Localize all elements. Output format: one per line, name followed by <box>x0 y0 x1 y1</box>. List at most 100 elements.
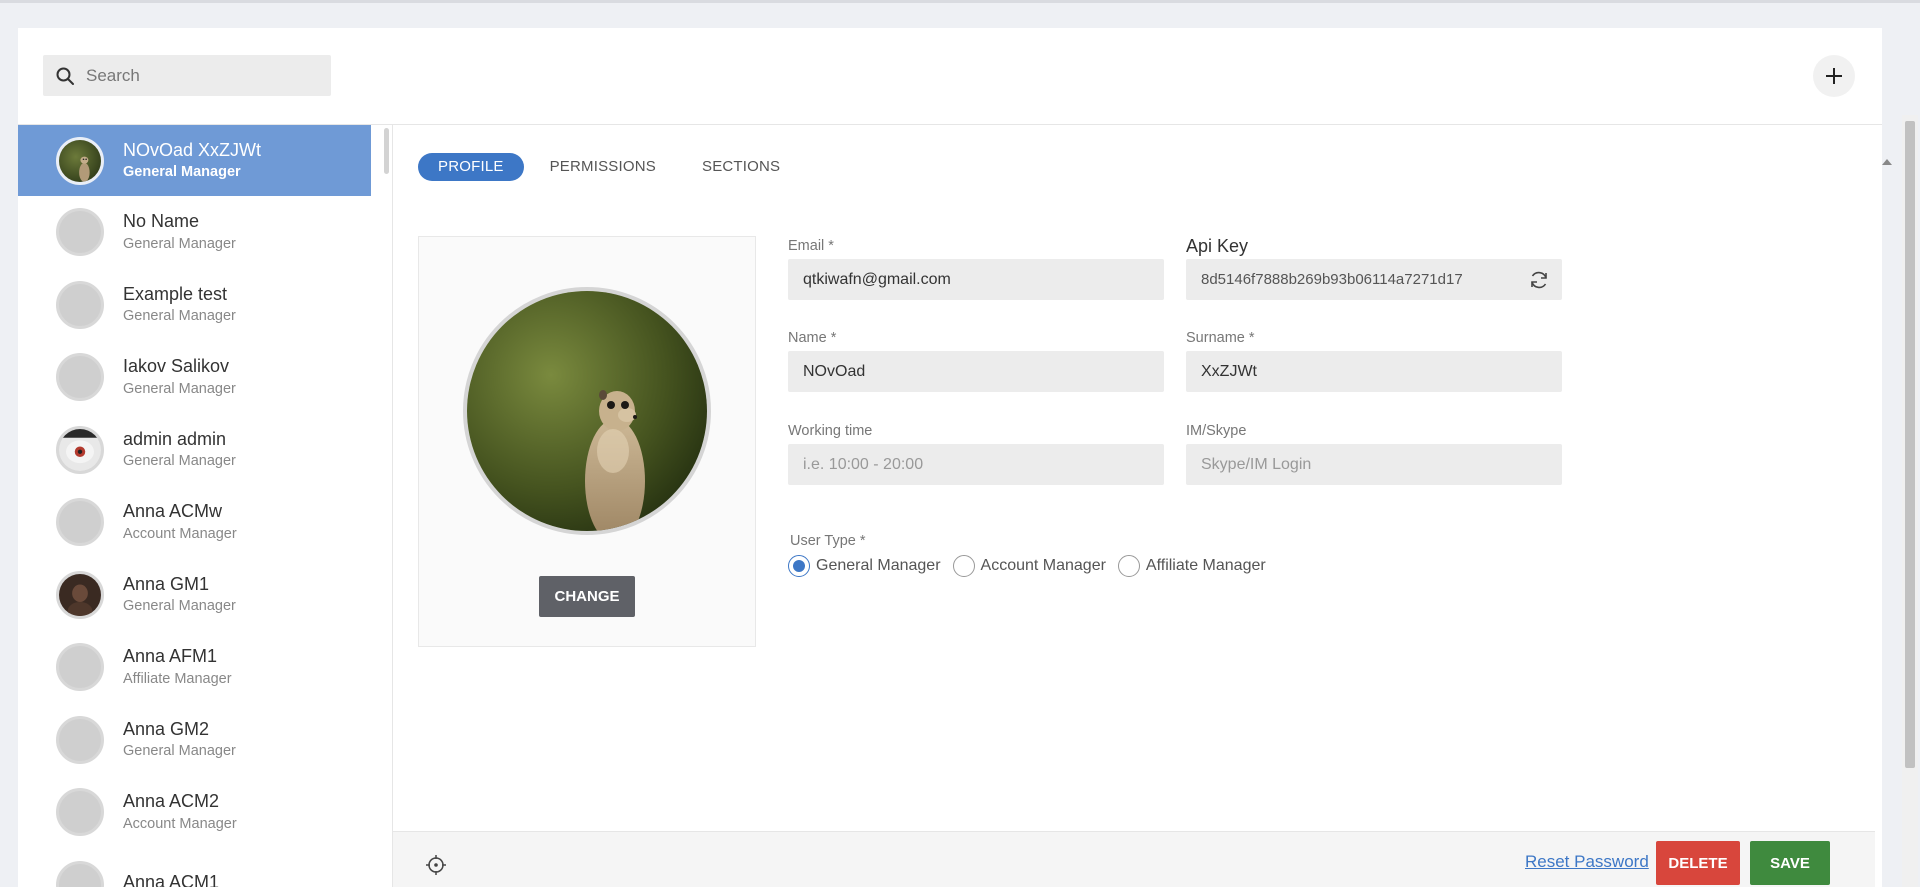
form-footer: Reset Password DELETE SAVE <box>393 831 1875 887</box>
profile-photo <box>463 287 711 535</box>
user-name: Anna ACM1 <box>123 872 220 887</box>
surname-label: Surname * <box>1186 330 1255 346</box>
scroll-up-icon[interactable] <box>1882 159 1892 165</box>
working-time-label: Working time <box>788 423 873 439</box>
avatar <box>56 715 104 764</box>
avatar <box>56 353 104 402</box>
avatar <box>56 136 104 185</box>
save-button[interactable]: SAVE <box>1750 841 1830 885</box>
email-field[interactable]: qtkiwafn@gmail.com <box>788 259 1164 300</box>
refresh-icon[interactable] <box>1528 269 1550 291</box>
avatar <box>56 643 104 692</box>
user-role: General Manager <box>123 453 236 470</box>
photo-panel: CHANGE <box>418 236 756 647</box>
avatar <box>56 208 104 257</box>
user-name: NOvOad XxZJWt <box>123 139 262 160</box>
api-key-field[interactable]: 8d5146f7888b269b93b06114a7271d17 <box>1186 259 1562 300</box>
user-list-item[interactable]: admin admin General Manager <box>18 414 371 487</box>
search-input[interactable]: Search <box>86 66 140 86</box>
plus-icon <box>1826 68 1842 84</box>
user-type-label: User Type * <box>790 533 866 549</box>
im-skype-field-group: IM/Skype Skype/IM Login <box>1186 423 1562 485</box>
name-field[interactable]: NOvOad <box>788 351 1164 392</box>
im-skype-field[interactable]: Skype/IM Login <box>1186 444 1562 485</box>
user-role: General Manager <box>123 308 236 325</box>
reset-password-link[interactable]: Reset Password <box>1525 852 1649 872</box>
user-role: Account Manager <box>123 525 237 542</box>
user-role: General Manager <box>123 164 241 181</box>
user-list-item[interactable]: NOvOad XxZJWt General Manager <box>18 125 371 196</box>
api-key-field-group: Api Key 8d5146f7888b269b93b06114a7271d17 <box>1186 236 1562 300</box>
radio-button[interactable] <box>1117 555 1140 577</box>
user-list-item[interactable]: Anna ACM2 Account Manager <box>18 776 371 849</box>
avatar <box>56 498 104 547</box>
users-card: Search NOvOad XxZJWt General Manager No … <box>18 28 1892 887</box>
tab-profile[interactable]: PROFILE <box>418 153 524 181</box>
user-list: NOvOad XxZJWt General Manager No Name Ge… <box>18 125 371 887</box>
avatar <box>56 280 104 329</box>
page-scrollbar-thumb[interactable] <box>1905 121 1915 768</box>
user-name: admin admin <box>123 428 227 449</box>
change-photo-button[interactable]: CHANGE <box>539 576 635 617</box>
user-name: No Name <box>123 211 200 232</box>
name-label: Name * <box>788 330 837 346</box>
surname-field-group: Surname * XxZJWt <box>1186 330 1562 392</box>
user-list-item[interactable]: Anna AFM1 Affiliate Manager <box>18 631 371 704</box>
user-list-item[interactable]: Anna GM2 General Manager <box>18 704 371 777</box>
radio-general-manager[interactable]: General Manager <box>788 555 941 577</box>
working-time-field-group: Working time i.e. 10:00 - 20:00 <box>788 423 1164 485</box>
email-field-group: Email * qtkiwafn@gmail.com <box>788 238 1164 300</box>
radio-button[interactable] <box>952 555 975 577</box>
search-box[interactable]: Search <box>43 55 331 96</box>
user-name: Anna ACMw <box>123 501 223 522</box>
user-role: General Manager <box>123 380 236 397</box>
email-label: Email * <box>788 238 834 254</box>
page-scrollbar[interactable] <box>1902 115 1918 887</box>
user-list-item[interactable]: Anna GM1 General Manager <box>18 559 371 632</box>
avatar <box>56 860 104 887</box>
sidebar-divider <box>392 125 393 887</box>
tab-sections[interactable]: SECTIONS <box>691 153 791 181</box>
search-icon <box>56 67 74 85</box>
content-scrollbar[interactable] <box>1878 153 1896 887</box>
api-key-value: 8d5146f7888b269b93b06114a7271d17 <box>1201 271 1463 288</box>
user-list-item[interactable]: Iakov Salikov General Manager <box>18 341 371 414</box>
user-list-item[interactable]: Anna ACM1 <box>18 849 371 887</box>
user-list-item[interactable]: Example test General Manager <box>18 269 371 342</box>
avatar <box>56 570 104 619</box>
user-name: Anna GM1 <box>123 573 210 594</box>
working-time-field[interactable]: i.e. 10:00 - 20:00 <box>788 444 1164 485</box>
api-key-label: Api Key <box>1186 236 1249 256</box>
user-role: General Manager <box>123 235 236 252</box>
radio-label: Affiliate Manager <box>1145 557 1266 574</box>
user-name: Iakov Salikov <box>123 356 230 377</box>
top-border <box>0 0 1920 3</box>
user-name: Anna AFM1 <box>123 646 218 667</box>
avatar <box>56 425 104 474</box>
user-role: General Manager <box>123 598 236 615</box>
user-role: General Manager <box>123 743 236 760</box>
tab-permissions[interactable]: PERMISSIONS <box>539 153 667 181</box>
user-type-radio-group: General Manager Account Manager Affiliat… <box>788 555 1278 577</box>
user-name: Example test <box>123 283 228 304</box>
user-role: Affiliate Manager <box>123 670 232 687</box>
radio-label: General Manager <box>816 557 941 574</box>
profile-tabs: PROFILE PERMISSIONS SECTIONS <box>418 153 815 181</box>
sidebar-scrollbar[interactable] <box>384 128 389 174</box>
add-user-button[interactable] <box>1813 55 1855 97</box>
surname-field[interactable]: XxZJWt <box>1186 351 1562 392</box>
crosshair-icon[interactable] <box>425 854 447 876</box>
delete-button[interactable]: DELETE <box>1656 841 1740 885</box>
user-name: Anna ACM2 <box>123 791 220 812</box>
radio-label: Account Manager <box>980 557 1106 574</box>
user-list-item[interactable]: Anna ACMw Account Manager <box>18 486 371 559</box>
user-role: Account Manager <box>123 815 237 832</box>
im-skype-label: IM/Skype <box>1186 423 1247 439</box>
name-field-group: Name * NOvOad <box>788 330 1164 392</box>
user-name: Anna GM2 <box>123 718 210 739</box>
avatar <box>56 788 104 837</box>
radio-affiliate-manager[interactable]: Affiliate Manager <box>1117 555 1266 577</box>
radio-button-checked[interactable] <box>788 555 810 577</box>
radio-account-manager[interactable]: Account Manager <box>952 555 1106 577</box>
user-list-item[interactable]: No Name General Manager <box>18 196 371 269</box>
